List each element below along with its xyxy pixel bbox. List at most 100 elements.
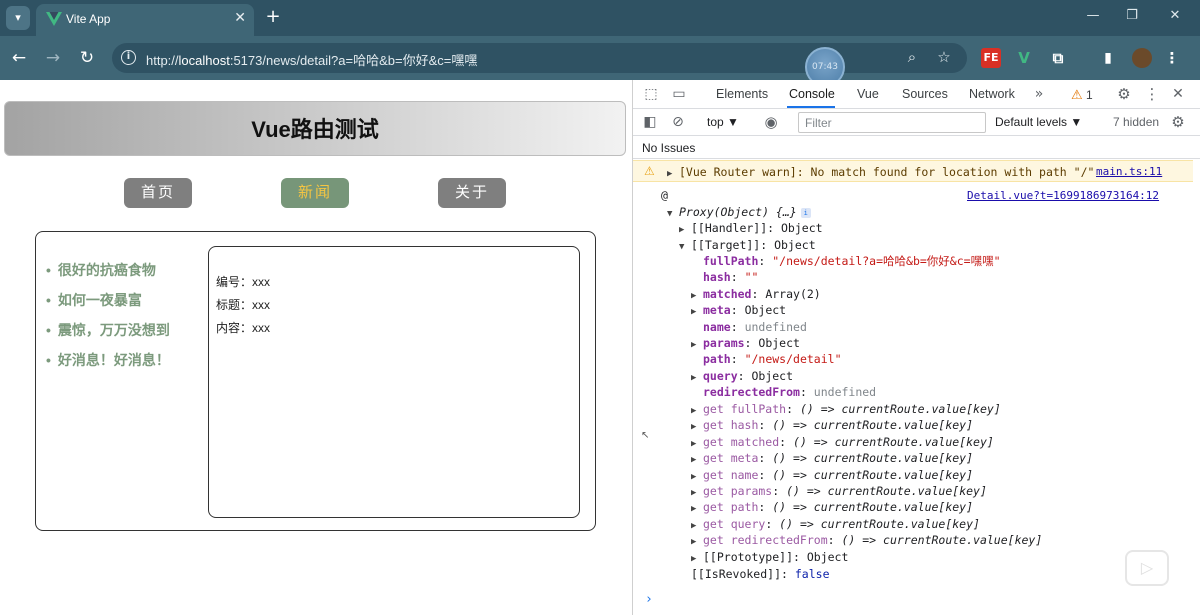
getter-separator: :	[758, 467, 773, 482]
property-key: fullPath	[703, 254, 759, 268]
getter-row[interactable]: ▶ get redirectedFrom: () => currentRoute.…	[691, 532, 1042, 548]
getter-key: get redirectedFrom	[703, 533, 828, 548]
extension-fe-icon[interactable]: FE	[981, 48, 1001, 68]
target-property-row[interactable]: ▶ meta: Object	[691, 302, 786, 318]
context-select[interactable]: top ▼	[707, 115, 739, 129]
prototype-row[interactable]: ▶ [[Prototype]]: Object	[691, 549, 848, 565]
browser-menu-icon[interactable]: ⋮	[1162, 48, 1182, 68]
filter-input[interactable]: Filter	[798, 112, 986, 133]
tab-vue[interactable]: Vue	[857, 87, 879, 101]
getter-row[interactable]: ▶ get params: () => currentRoute.value[ke…	[691, 483, 987, 499]
issues-bar[interactable]: No Issues	[633, 136, 1200, 159]
info-badge-icon[interactable]: i	[800, 207, 811, 218]
new-tab-button[interactable]: +	[262, 6, 284, 28]
getter-value: () => currentRoute.value[key]	[772, 467, 974, 482]
hidden-count: 7 hidden	[1113, 115, 1160, 129]
target-property-row[interactable]: ▶ params: Object	[691, 335, 800, 351]
expand-triangle-icon[interactable]: ▶	[691, 370, 703, 386]
property-separator: :	[744, 336, 759, 350]
getter-row[interactable]: ▶ get meta: () => currentRoute.value[key]	[691, 450, 973, 466]
close-devtools-icon[interactable]: ✕	[1168, 85, 1188, 103]
tab-console[interactable]: Console	[789, 87, 835, 101]
getter-key: get fullPath	[703, 402, 787, 416]
property-separator: :	[799, 385, 814, 400]
log-at-marker: @	[661, 188, 668, 202]
log-source-link[interactable]: Detail.vue?t=1699186973164:12	[967, 189, 1159, 202]
address-bar[interactable]: i http://localhost:5173/news/detail?a=哈哈…	[112, 43, 967, 87]
tab-strip: ▾ Vite App ✕ + — ❐ ✕	[0, 0, 1200, 36]
restore-icon[interactable]: ❐	[1121, 8, 1143, 28]
tab-sources[interactable]: Sources	[902, 87, 948, 101]
getter-separator: :	[772, 484, 787, 498]
news-list: 很好的抗癌食物 如何一夜暴富 震惊，万万没想到 好消息！好消息！	[46, 260, 170, 380]
more-tabs-chevron-icon[interactable]: »	[1029, 85, 1049, 103]
collapse-triangle-icon[interactable]: ▼	[679, 239, 691, 255]
target-property-row[interactable]: ▶ matched: Array(2)	[691, 286, 821, 302]
profile-avatar[interactable]	[1132, 48, 1152, 68]
getter-row[interactable]: ▶ get matched: () => currentRoute.value[k…	[691, 434, 994, 450]
extension-vue-icon[interactable]: V	[1014, 48, 1034, 68]
warning-counter[interactable]: ⚠ 1	[1071, 87, 1093, 103]
property-value: Object	[744, 303, 787, 318]
devtools-panel: ⬚ ▭ Elements Console Vue Sources Network…	[632, 80, 1200, 615]
inspect-element-icon[interactable]: ⬚	[641, 85, 661, 103]
nav-link-news[interactable]: 新闻	[281, 178, 349, 208]
news-item-link[interactable]: 好消息！好消息！	[46, 350, 170, 380]
getter-separator: :	[786, 402, 800, 416]
minimize-icon[interactable]: —	[1082, 8, 1104, 28]
getter-row[interactable]: ▶ get hash: () => currentRoute.value[key]	[691, 417, 973, 433]
expand-triangle-icon[interactable]: ▶	[679, 222, 691, 238]
expand-triangle-icon[interactable]: ▶	[667, 169, 679, 179]
nav-link-home[interactable]: 首页	[124, 178, 192, 208]
levels-value: Default levels	[995, 115, 1068, 129]
handler-row[interactable]: ▶ [[Handler]]: Object	[679, 220, 823, 236]
back-arrow-icon[interactable]: ←	[8, 47, 30, 69]
tab-title: Vite App	[66, 12, 111, 26]
handler-label: [[Handler]]: Object	[691, 221, 823, 235]
target-property-row[interactable]: ▶ query: Object	[691, 368, 793, 384]
getter-row[interactable]: ▶ get path: () => currentRoute.value[key]	[691, 499, 973, 515]
collapse-triangle-icon[interactable]: ▼	[667, 206, 679, 222]
target-row[interactable]: ▼ [[Target]]: Object	[679, 237, 816, 253]
getter-row[interactable]: ▶ get fullPath: () => currentRoute.value[…	[691, 401, 1001, 417]
news-item-link[interactable]: 如何一夜暴富	[46, 290, 170, 320]
tab-search-icon[interactable]: ▾	[6, 6, 30, 30]
expand-triangle-icon[interactable]: ▶	[691, 337, 703, 353]
proxy-object-row[interactable]: ▼ Proxy(Object) {…} i	[667, 204, 811, 220]
bookmark-star-icon[interactable]: ☆	[934, 48, 954, 66]
close-window-icon[interactable]: ✕	[1164, 8, 1186, 28]
warning-triangle-icon: ⚠	[644, 164, 655, 178]
sidebar-toggle-icon[interactable]: ◧	[640, 113, 660, 131]
forward-arrow-icon[interactable]: →	[42, 47, 64, 69]
warning-source-link[interactable]: main.ts:11	[1096, 165, 1162, 178]
warning-message[interactable]: ▶ [Vue Router warn]: No match found for l…	[667, 165, 1094, 179]
live-expression-eye-icon[interactable]: ◉	[761, 113, 781, 131]
expand-triangle-icon[interactable]: ▶	[691, 304, 703, 320]
url-text[interactable]: http://localhost:5173/news/detail?a=哈哈&b…	[146, 50, 477, 69]
news-item-link[interactable]: 震惊，万万没想到	[46, 320, 170, 350]
property-value: Array(2)	[765, 286, 821, 301]
settings-gear-icon[interactable]: ⚙	[1114, 85, 1134, 103]
site-info-icon[interactable]: i	[121, 50, 136, 65]
expand-triangle-icon[interactable]: ▶	[691, 534, 703, 550]
console-prompt-chevron-icon[interactable]: ›	[645, 592, 653, 607]
extensions-puzzle-icon[interactable]: ⧉	[1048, 48, 1068, 68]
tab-network[interactable]: Network	[969, 87, 1015, 101]
zoom-icon[interactable]: ⌕	[902, 48, 922, 66]
side-panel-icon[interactable]: ▮	[1098, 48, 1118, 68]
console-settings-gear-icon[interactable]: ⚙	[1168, 113, 1188, 131]
reload-icon[interactable]: ↻	[76, 47, 98, 69]
expand-triangle-icon[interactable]: ▶	[691, 551, 703, 567]
browser-tab[interactable]: Vite App ✕	[36, 4, 254, 36]
device-toolbar-icon[interactable]: ▭	[669, 85, 689, 103]
getter-row[interactable]: ▶ get name: () => currentRoute.value[key]	[691, 467, 973, 483]
tab-elements[interactable]: Elements	[716, 87, 768, 101]
log-levels-select[interactable]: Default levels ▼	[995, 115, 1082, 129]
nav-link-about[interactable]: 关于	[438, 178, 506, 208]
devtools-menu-icon[interactable]: ⋮	[1142, 85, 1162, 103]
tab-close-icon[interactable]: ✕	[234, 10, 246, 26]
getter-row[interactable]: ▶ get query: () => currentRoute.value[key…	[691, 516, 980, 532]
clear-console-icon[interactable]: ⊘	[668, 113, 688, 131]
play-button-icon[interactable]: ▷	[1125, 550, 1169, 586]
news-item-link[interactable]: 很好的抗癌食物	[46, 260, 170, 290]
